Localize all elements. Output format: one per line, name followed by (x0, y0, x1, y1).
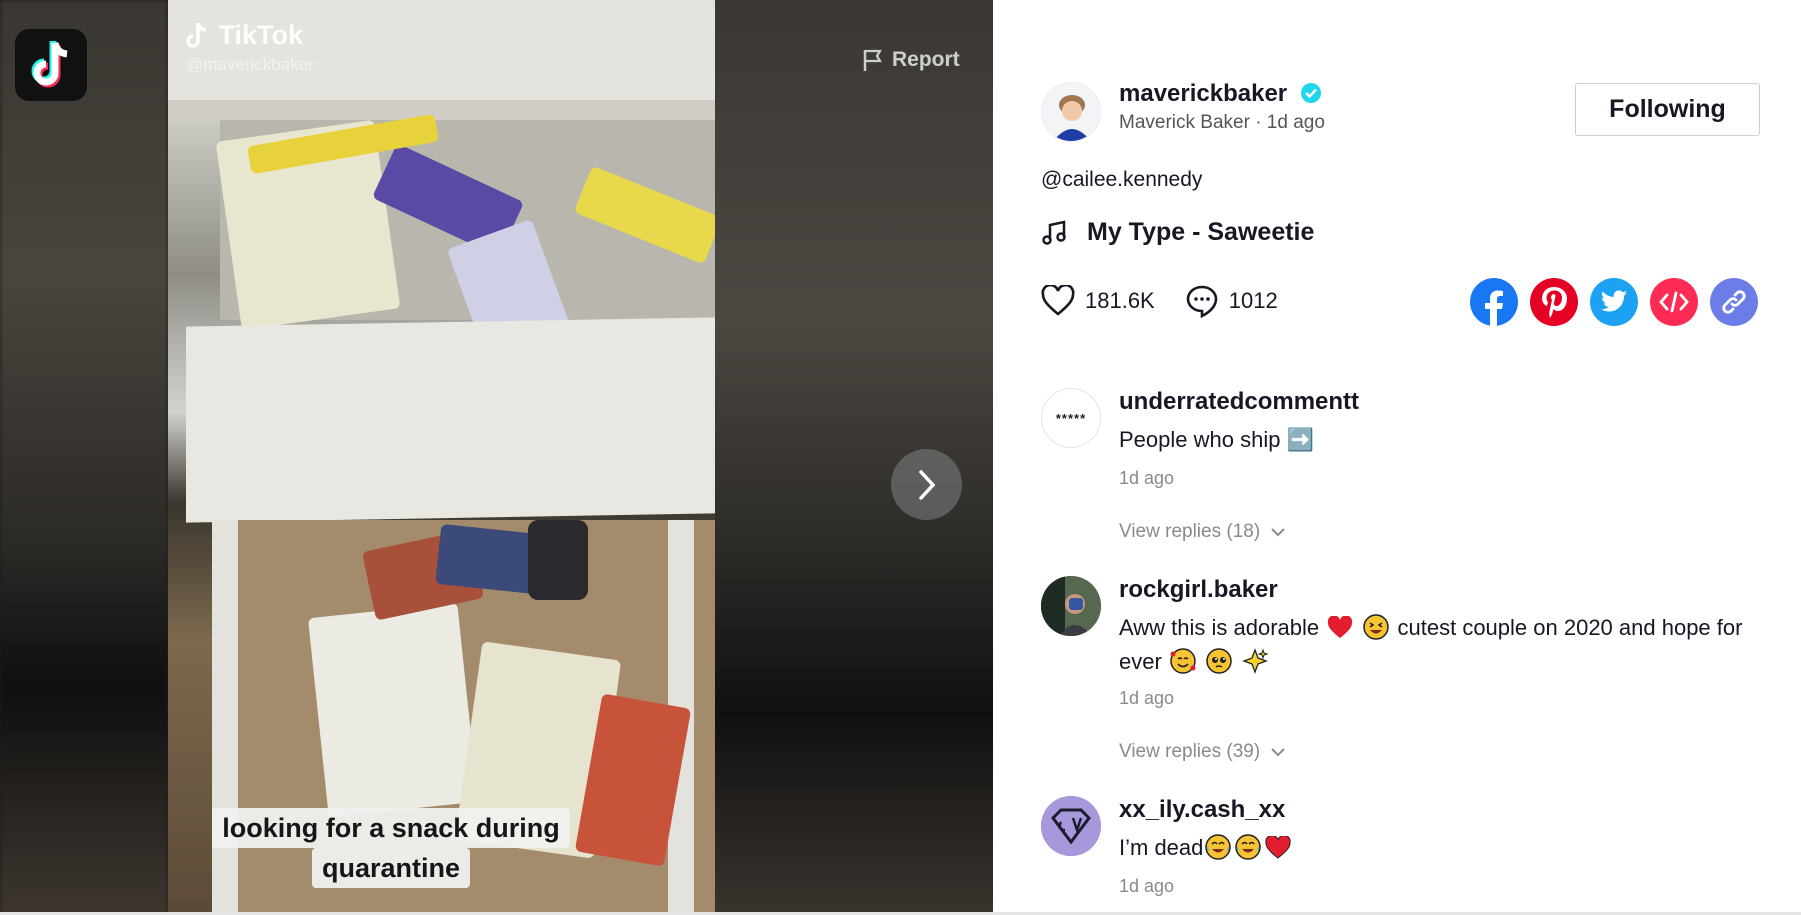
tiktok-logo-icon[interactable] (15, 29, 87, 101)
chevron-down-icon (1271, 748, 1285, 757)
verified-badge-icon (1300, 83, 1321, 103)
video-scene-shelf-lip (168, 100, 715, 122)
view-replies-button[interactable]: View replies (18) (1119, 521, 1286, 543)
flag-icon (863, 49, 882, 71)
comment-item: rockgirl.baker Aww this is adorable cute… (1041, 576, 1781, 776)
share-buttons (1470, 278, 1758, 326)
author-avatar[interactable] (1041, 82, 1101, 142)
facebook-icon (1485, 290, 1503, 326)
video-blur-left (0, 0, 168, 915)
watermark-title: TikTok (218, 20, 303, 50)
comment-username[interactable]: rockgirl.baker (1119, 576, 1278, 604)
caption-line-1: looking for a snack during (212, 808, 570, 848)
commenter-avatar[interactable] (1041, 576, 1101, 636)
caption-line-2: quarantine (311, 848, 471, 888)
video-player[interactable]: looking for a snack during quarantine Ti… (0, 0, 993, 915)
author-username[interactable]: maverickbaker (1119, 80, 1322, 108)
video-frame[interactable] (168, 0, 715, 915)
sparkles-emoji-icon (1242, 648, 1269, 674)
author-meta: Maverick Baker · 1d ago (1119, 112, 1325, 133)
pleading-face-emoji-icon (1206, 648, 1232, 674)
music-link[interactable]: My Type - Saweetie (1041, 218, 1314, 247)
report-button[interactable]: Report (862, 48, 960, 72)
comment-text-part: cutest couple on 2020 and hope (1397, 615, 1711, 640)
comment-item: ***** underratedcommentt People who ship… (1041, 388, 1781, 548)
next-video-button[interactable] (891, 449, 962, 520)
engagement-stats: 181.6K 1012 (1041, 284, 1308, 318)
video-blur-right (715, 0, 993, 915)
comment-username[interactable]: xx_ily.cash_xx (1119, 796, 1285, 824)
following-button[interactable]: Following (1575, 83, 1760, 136)
red-heart-emoji-icon (1265, 834, 1292, 862)
comment-button[interactable]: 1012 (1185, 284, 1278, 318)
heart-icon (1041, 285, 1075, 316)
report-label: Report (892, 48, 960, 71)
comment-item: xx_ily.cash_xx I’m dead 1d ago (1041, 796, 1781, 906)
like-count: 181.6K (1085, 288, 1155, 313)
view-replies-button[interactable]: View replies (39) (1119, 741, 1286, 763)
twitter-icon (1601, 290, 1627, 312)
comment-time: 1d ago (1119, 876, 1175, 896)
red-heart-emoji-icon (1327, 615, 1353, 642)
tears-of-joy-emoji-icon (1235, 834, 1262, 860)
video-watermark: TikTok @maverickbaker (186, 20, 314, 75)
tiktok-note-icon (186, 22, 207, 48)
comment-time: 1d ago (1119, 688, 1175, 708)
copy-link-icon (1722, 290, 1746, 314)
tears-of-joy-emoji-icon (1205, 834, 1232, 860)
comment-text: People who ship ➡️ (1119, 427, 1314, 452)
comment-bubble-icon (1186, 285, 1218, 318)
comment-text: Aww this is adorable cutest couple on 20… (1119, 611, 1769, 679)
embed-icon (1659, 291, 1689, 313)
author-username-text[interactable]: maverickbaker (1119, 80, 1287, 107)
smiling-hearts-emoji-icon (1170, 648, 1196, 674)
share-facebook-button[interactable] (1470, 278, 1518, 326)
view-replies-label[interactable]: View replies (39) (1119, 741, 1260, 763)
video-scene-snack (307, 602, 479, 818)
chevron-down-icon (1271, 528, 1285, 537)
laughing-emoji-icon (1363, 614, 1390, 640)
share-copy-link-button[interactable] (1710, 278, 1758, 326)
video-scene-drawer-front (186, 317, 715, 523)
commenter-avatar[interactable]: ***** (1041, 388, 1101, 448)
comment-username[interactable]: underratedcommentt (1119, 388, 1359, 416)
music-note-icon (1042, 219, 1066, 245)
commenter-avatar[interactable] (1041, 796, 1101, 856)
video-caption: looking for a snack during quarantine (200, 808, 582, 892)
view-replies-label[interactable]: View replies (18) (1119, 521, 1260, 543)
like-button[interactable]: 181.6K (1041, 285, 1155, 317)
share-pinterest-button[interactable] (1530, 278, 1578, 326)
comment-text-part: Aww this is adorable (1119, 615, 1320, 640)
share-embed-button[interactable] (1650, 278, 1698, 326)
video-scene-snack (528, 520, 588, 600)
share-twitter-button[interactable] (1590, 278, 1638, 326)
comment-text-part: I’m dead (1119, 835, 1204, 860)
avatar-stars-text: ***** (1055, 410, 1087, 426)
post-description[interactable]: @cailee.kennedy (1041, 168, 1202, 192)
pinterest-icon (1542, 287, 1567, 318)
details-panel: maverickbaker Maverick Baker · 1d ago Fo… (993, 0, 1801, 915)
music-title[interactable]: My Type - Saweetie (1087, 218, 1314, 247)
comment-count: 1012 (1228, 288, 1278, 313)
chevron-right-icon (918, 469, 935, 500)
comment-time: 1d ago (1119, 468, 1175, 488)
comment-text: I’m dead (1119, 831, 1769, 865)
watermark-handle: @maverickbaker (186, 55, 314, 74)
